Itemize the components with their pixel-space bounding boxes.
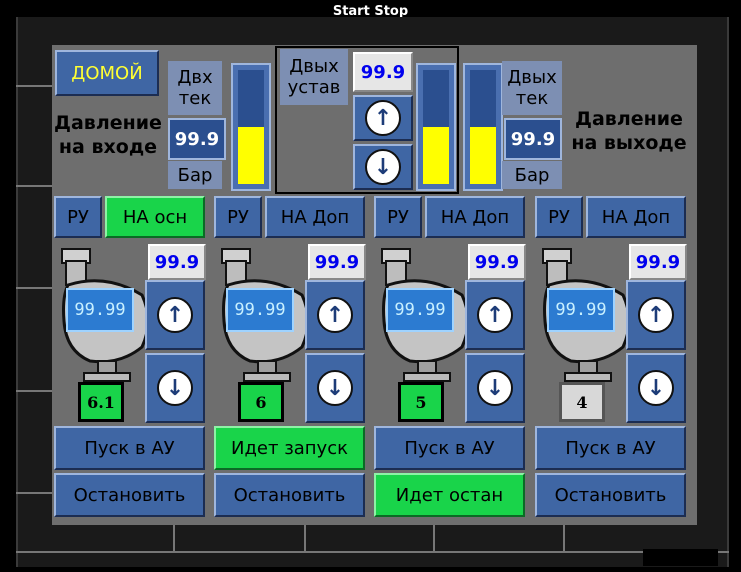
inlet-label: Двх тек: [168, 61, 222, 115]
inlet-heading: Давление на входе: [54, 112, 162, 158]
frame-tick: [173, 525, 175, 552]
home-button[interactable]: ДОМОЙ: [55, 50, 159, 96]
pump-down-button[interactable]: ↓: [145, 353, 205, 423]
frame-tick: [304, 525, 306, 552]
pump-counter: 6: [238, 382, 284, 422]
black-block: [643, 549, 718, 566]
pump-source-button[interactable]: НА Доп: [586, 196, 686, 238]
pump-flow-display: 99.99: [547, 288, 615, 332]
inlet-value: 99.9: [168, 118, 226, 160]
pump-start-button[interactable]: Пуск в АУ: [535, 426, 686, 470]
arrow-up-icon: ↑: [365, 100, 401, 136]
arrow-up-icon: ↑: [157, 297, 193, 333]
arrow-down-icon: ↓: [477, 370, 513, 406]
pump-counter: 6.1: [78, 382, 124, 422]
setpoint-value[interactable]: 99.9: [353, 52, 413, 92]
outlet-level-fill: [470, 127, 496, 184]
pump-counter: 5: [398, 382, 444, 422]
pump-down-button[interactable]: ↓: [465, 353, 525, 423]
arrow-down-icon: ↓: [157, 370, 193, 406]
pump-stop-button[interactable]: Идет остан: [374, 473, 525, 517]
pump-stop-button[interactable]: Остановить: [214, 473, 365, 517]
setpoint-level-fill: [423, 127, 449, 184]
frame-tick: [16, 185, 52, 187]
arrow-up-icon: ↑: [477, 297, 513, 333]
pump-start-button[interactable]: Идет запуск: [214, 426, 365, 470]
frame-tick: [433, 525, 435, 552]
pump-down-button[interactable]: ↓: [626, 353, 686, 423]
pump-mode-button[interactable]: РУ: [374, 196, 422, 238]
pump-stop-button[interactable]: Остановить: [54, 473, 205, 517]
pump-start-button[interactable]: Пуск в АУ: [374, 426, 525, 470]
inlet-level-bar: [231, 63, 271, 191]
pump-start-button[interactable]: Пуск в АУ: [54, 426, 205, 470]
pump-mode-button[interactable]: РУ: [214, 196, 262, 238]
setpoint-up-button[interactable]: ↑: [353, 95, 413, 141]
pump-stop-button[interactable]: Остановить: [535, 473, 686, 517]
setpoint-down-button[interactable]: ↓: [353, 144, 413, 190]
frame-bottom-line: [16, 551, 729, 553]
pump-up-button[interactable]: ↑: [465, 280, 525, 350]
pump-mode-button[interactable]: РУ: [535, 196, 583, 238]
setpoint-level-bar: [416, 63, 456, 191]
arrow-down-icon: ↓: [638, 370, 674, 406]
pump-up-button[interactable]: ↑: [145, 280, 205, 350]
pump-mode-button[interactable]: РУ: [54, 196, 102, 238]
pump-down-button[interactable]: ↓: [305, 353, 365, 423]
outlet-unit: Бар: [502, 161, 562, 189]
outlet-level-bar: [463, 63, 503, 191]
frame-tick: [16, 85, 52, 87]
pump-flow-display: 99.99: [386, 288, 454, 332]
outlet-label: Двых тек: [502, 61, 562, 115]
frame-tick: [563, 525, 565, 552]
pump-setpoint[interactable]: 99.9: [629, 244, 687, 280]
outlet-value: 99.9: [504, 118, 562, 160]
frame-tick: [16, 287, 52, 289]
frame-tick: [16, 492, 52, 494]
pump-source-button[interactable]: НА осн: [105, 196, 205, 238]
inlet-unit: Бар: [168, 161, 222, 189]
inlet-level-fill: [238, 127, 264, 184]
arrow-up-icon: ↑: [638, 297, 674, 333]
arrow-down-icon: ↓: [365, 149, 401, 185]
outlet-heading: Давление на выходе: [571, 108, 687, 154]
pump-source-button[interactable]: НА Доп: [265, 196, 365, 238]
pump-setpoint[interactable]: 99.9: [148, 244, 206, 280]
pump-up-button[interactable]: ↑: [305, 280, 365, 350]
arrow-down-icon: ↓: [317, 370, 353, 406]
pump-source-button[interactable]: НА Доп: [425, 196, 525, 238]
main-panel: ДОМОЙ Давление на входе Двх тек 99.9 Бар…: [52, 45, 697, 525]
pump-setpoint[interactable]: 99.9: [468, 244, 526, 280]
pump-setpoint[interactable]: 99.9: [308, 244, 366, 280]
pump-counter: 4: [559, 382, 605, 422]
arrow-up-icon: ↑: [317, 297, 353, 333]
pump-flow-display: 99.99: [226, 288, 294, 332]
pump-up-button[interactable]: ↑: [626, 280, 686, 350]
pump-flow-display: 99.99: [66, 288, 134, 332]
frame-tick: [16, 390, 52, 392]
setpoint-label: Двых устав: [280, 49, 348, 105]
